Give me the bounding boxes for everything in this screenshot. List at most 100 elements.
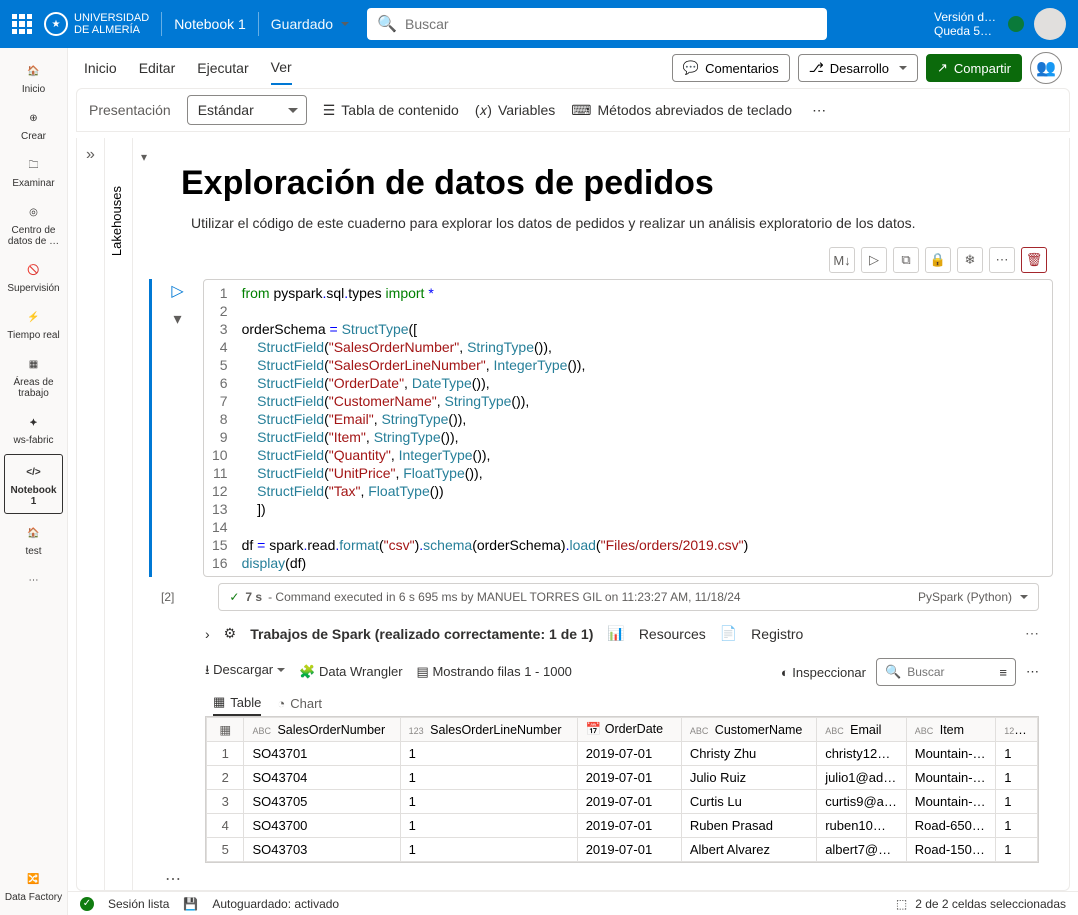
output-table[interactable]: ▦ABC SalesOrderNumber123 SalesOrderLineN…: [205, 716, 1039, 863]
table-row[interactable]: 3SO4370512019-07-01Curtis Lucurtis9@ad…M…: [207, 790, 1038, 814]
nav-workspaces[interactable]: ▦Áreas de trabajo: [0, 347, 67, 405]
nav-realtime[interactable]: ⚡Tiempo real: [0, 300, 67, 347]
save-status[interactable]: Guardado: [271, 16, 349, 32]
table-row[interactable]: 2SO4370412019-07-01Julio Ruizjulio1@adv……: [207, 766, 1038, 790]
autosave-status: Autoguardado: activado: [212, 897, 339, 911]
home-icon: 🏠: [23, 60, 45, 82]
nav-home[interactable]: 🏠Inicio: [0, 54, 67, 101]
panel-expand[interactable]: »: [77, 138, 105, 890]
nav-ws-fabric[interactable]: ⯌ws-fabric: [0, 405, 67, 452]
log-icon: 📄: [720, 625, 737, 642]
tab-edit[interactable]: Editar: [139, 52, 176, 84]
people-share-icon[interactable]: 👥: [1030, 52, 1062, 84]
plus-circle-icon: ⊕: [23, 107, 45, 129]
filter-icon[interactable]: ≡: [999, 665, 1007, 680]
cell-more-button[interactable]: ⋯: [989, 247, 1015, 273]
toc-button[interactable]: ☰Tabla de contenido: [323, 102, 459, 119]
cell-gutter: ▷ ▾: [149, 279, 203, 577]
notebook-subtitle: Utilizar el código de este cuaderno para…: [191, 215, 1053, 231]
copy-button[interactable]: ⧉: [893, 247, 919, 273]
tab-home[interactable]: Inicio: [84, 52, 117, 84]
lock-button[interactable]: 🔒: [925, 247, 951, 273]
output-search[interactable]: 🔍≡: [876, 658, 1016, 686]
resources-link[interactable]: Resources: [639, 626, 706, 642]
column-header[interactable]: ABC CustomerName: [681, 718, 816, 742]
nav-monitor[interactable]: 🚫Supervisión: [0, 253, 67, 300]
nav-notebook-current[interactable]: </>Notebook 1: [4, 454, 63, 514]
share-button[interactable]: ↗Compartir: [926, 54, 1022, 82]
column-header[interactable]: ABC Email: [817, 718, 907, 742]
comment-icon: 💬: [683, 60, 699, 76]
app-launcher-icon[interactable]: [12, 14, 32, 34]
nav-rail: 🏠Inicio ⊕Crear 🗀Examinar ◎Centro de dato…: [0, 48, 68, 915]
search-input[interactable]: [405, 16, 817, 32]
cell-more-dots[interactable]: ⋯: [165, 869, 181, 889]
chart-icon: ◔: [277, 696, 285, 711]
spark-jobs-label[interactable]: Trabajos de Spark (realizado correctamen…: [250, 626, 593, 642]
layout-select[interactable]: Estándar: [187, 95, 307, 125]
nav-onelake[interactable]: ◎Centro de datos de …: [0, 195, 67, 253]
lakehouses-panel[interactable]: Lakehouses: [105, 138, 133, 890]
check-icon: ✓: [229, 590, 239, 604]
download-button[interactable]: ⭳ Descargar: [205, 661, 285, 683]
inspect-button[interactable]: ◐ Inspeccionar: [781, 665, 866, 680]
variables-button[interactable]: (𝑥)Variables: [475, 102, 555, 119]
nav-create[interactable]: ⊕Crear: [0, 101, 67, 148]
run-icon[interactable]: ▷: [171, 281, 183, 301]
column-header[interactable]: 123 SalesOrderLineNumber: [400, 718, 577, 742]
exec-index: [2]: [161, 590, 174, 604]
document-title[interactable]: Notebook 1: [174, 16, 246, 32]
download-icon: ⭳: [205, 662, 213, 677]
cell-toolbar: M↓ ▷ ⧉ 🔒 ❄ ⋯ 🗑: [141, 247, 1047, 273]
tab-run[interactable]: Ejecutar: [197, 52, 248, 84]
tab-view[interactable]: Ver: [271, 51, 292, 85]
column-header[interactable]: ABC Item: [906, 718, 996, 742]
nav-browse[interactable]: 🗀Examinar: [0, 148, 67, 195]
ribbon: Inicio Editar Ejecutar Ver 💬Comentarios …: [68, 48, 1078, 88]
to-markdown-button[interactable]: M↓: [829, 247, 855, 273]
toolbar-more[interactable]: ⋯: [812, 102, 826, 119]
wrangler-button[interactable]: 🧩 Data Wrangler: [299, 664, 402, 680]
column-header[interactable]: 123 Qu: [996, 718, 1038, 742]
row-count: ▤ Mostrando filas 1 - 1000: [417, 664, 572, 680]
tab-chart[interactable]: ◔Chart: [277, 694, 322, 716]
org-logo-icon: ★: [44, 12, 68, 36]
divider: [258, 12, 259, 36]
table-row[interactable]: 5SO4370312019-07-01Albert Alvarezalbert7…: [207, 838, 1038, 862]
chevron-down-icon[interactable]: ▾: [173, 309, 181, 329]
code-editor[interactable]: 12345678910111213141516 from pyspark.sql…: [203, 279, 1053, 577]
data-hub-icon: ◎: [23, 201, 45, 223]
column-header[interactable]: 📅 OrderDate: [577, 718, 681, 742]
delete-cell-button[interactable]: 🗑: [1021, 247, 1047, 273]
rows-icon: ▤: [417, 664, 433, 679]
bolt-icon: ⚡: [23, 306, 45, 328]
run-cell-button[interactable]: ▷: [861, 247, 887, 273]
expand-icon[interactable]: ›: [205, 626, 210, 642]
comments-button[interactable]: 💬Comentarios: [672, 54, 790, 82]
nav-more[interactable]: ⋯: [0, 563, 67, 597]
collapse-icon[interactable]: ▾: [141, 150, 147, 164]
more-icon[interactable]: ⋯: [1025, 625, 1039, 642]
tab-table[interactable]: ▦Table: [213, 694, 261, 716]
output-more-icon[interactable]: ⋯: [1026, 664, 1039, 680]
user-avatar[interactable]: [1034, 8, 1066, 40]
save-icon: 💾: [183, 897, 198, 911]
lakehouse-icon: 🏠: [23, 522, 45, 544]
dev-button[interactable]: ⎇Desarrollo: [798, 54, 918, 82]
share-icon: ↗: [937, 60, 948, 76]
freeze-button[interactable]: ❄: [957, 247, 983, 273]
kernel-select[interactable]: PySpark (Python): [918, 590, 1028, 604]
nav-datafactory[interactable]: 🔀Data Factory: [0, 862, 67, 909]
spark-jobs-row: › ⚙ Trabajos de Spark (realizado correct…: [141, 617, 1053, 650]
log-link[interactable]: Registro: [751, 626, 803, 642]
table-row[interactable]: 1SO4370112019-07-01Christy Zhuchristy12@…: [207, 742, 1038, 766]
table-row[interactable]: 4SO4370012019-07-01Ruben Prasadruben10@……: [207, 814, 1038, 838]
spark-icon: ⚙: [224, 625, 237, 642]
search-icon: 🔍: [885, 664, 901, 680]
global-search[interactable]: 🔍: [367, 8, 827, 40]
column-header[interactable]: ABC SalesOrderNumber: [244, 718, 400, 742]
nav-test[interactable]: 🏠test: [0, 516, 67, 563]
shortcuts-button[interactable]: ⌨Métodos abreviados de teclado: [571, 102, 792, 119]
presentation-label: Presentación: [89, 102, 171, 118]
resources-icon: 📊: [607, 625, 624, 642]
